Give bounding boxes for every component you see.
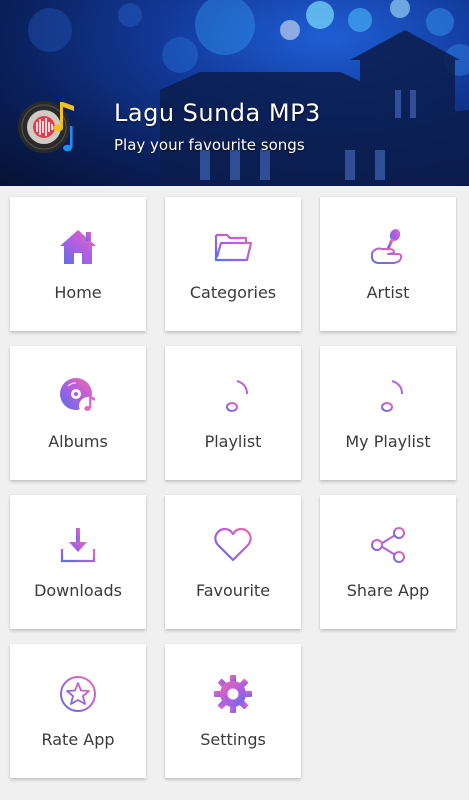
menu-tile-label: Home (54, 283, 102, 302)
heart-icon (214, 527, 252, 562)
download-icon (60, 528, 96, 563)
menu-tile-label: Albums (48, 432, 108, 451)
home-icon (60, 230, 96, 264)
menu-tile-label: Downloads (34, 581, 122, 600)
menu-tile-downloads[interactable]: Downloads (10, 495, 146, 629)
menu-tile-my-playlist[interactable]: My Playlist (320, 346, 456, 480)
menu-tile-label: Favourite (195, 581, 271, 600)
menu-tile-favourite[interactable]: Favourite (165, 495, 301, 629)
star-icon (60, 676, 96, 712)
microphone-icon (371, 229, 403, 264)
menu-tile-label: Playlist (204, 432, 262, 451)
gear-icon (214, 675, 252, 713)
menu-tile-artist[interactable]: Artist (320, 197, 456, 331)
app-subtitle: Play your favourite songs (114, 136, 305, 154)
folder-icon (214, 233, 253, 262)
playlist-icon (215, 380, 248, 412)
menu-tile-categories[interactable]: Categories (165, 197, 301, 331)
menu-tile-label: Rate App (41, 730, 115, 749)
app-header: Lagu Sunda MP3 Play your favourite songs (0, 0, 469, 186)
share-icon (371, 527, 405, 563)
menu-tile-label: My Playlist (345, 432, 431, 451)
menu-tile-label: Share App (346, 581, 430, 600)
vinyl-music-note-icon (18, 101, 74, 153)
header-background (28, 0, 469, 186)
menu-tile-label: Categories (189, 283, 277, 302)
menu-tile-playlist[interactable]: Playlist (165, 346, 301, 480)
my-playlist-icon (370, 380, 403, 412)
menu-tile-home[interactable]: Home (10, 197, 146, 331)
menu-tile-settings[interactable]: Settings (165, 644, 301, 778)
app-title: Lagu Sunda MP3 (114, 99, 321, 127)
menu-tile-albums[interactable]: Albums (10, 346, 146, 480)
album-disc-icon (60, 378, 97, 415)
menu-tile-rate-app[interactable]: Rate App (10, 644, 146, 778)
menu-tile-label: Artist (366, 283, 410, 302)
menu-tile-share-app[interactable]: Share App (320, 495, 456, 629)
menu-tile-label: Settings (200, 730, 266, 749)
